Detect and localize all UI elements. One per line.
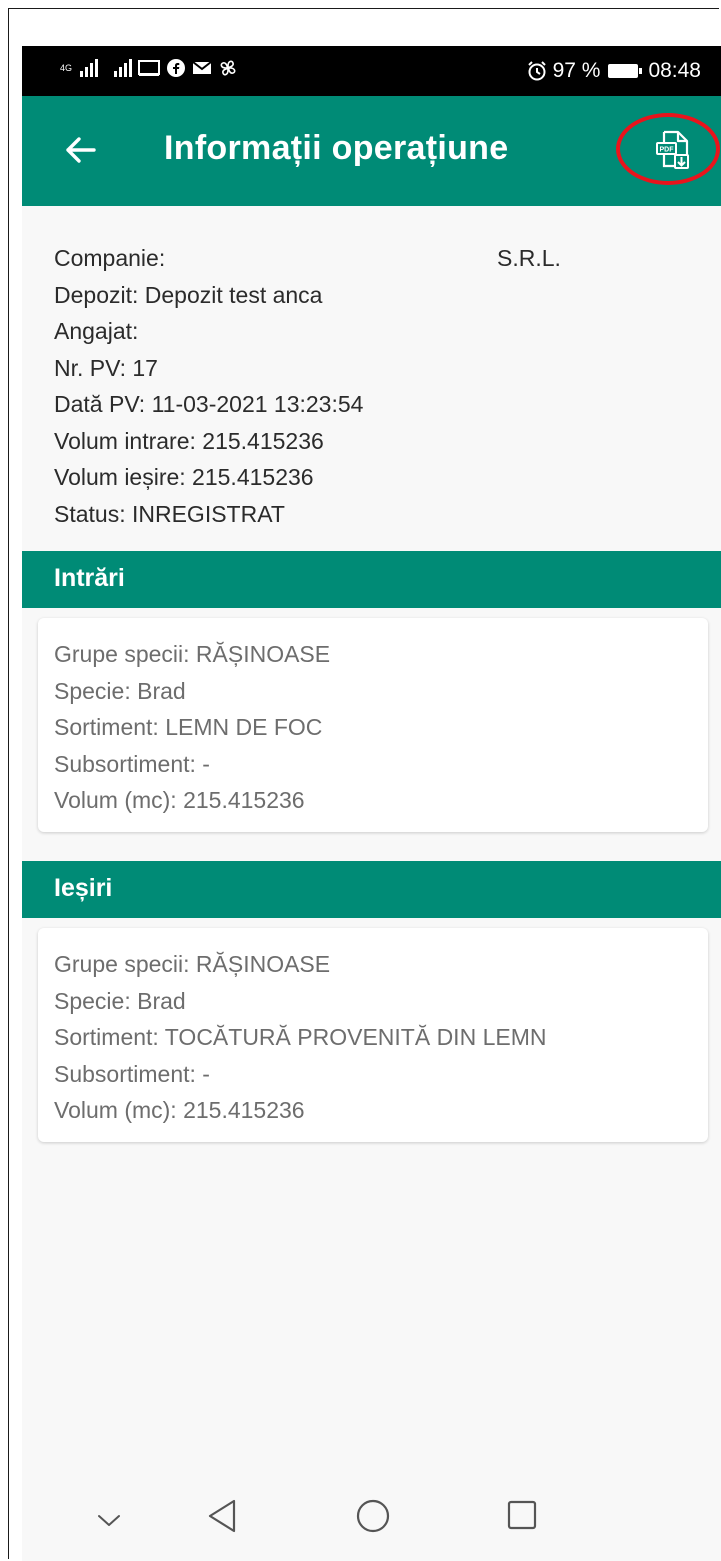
facebook-icon [167, 59, 185, 77]
volume: Volum (mc): 215.415236 [54, 1097, 305, 1123]
section-title-inputs: Intrări [54, 564, 125, 592]
section-header-outputs: Ieșiri [22, 861, 721, 918]
battery-percent: 97 % [552, 59, 601, 82]
sub-assortment: Subsortiment: - [54, 750, 210, 777]
assortment: Sortiment: LEMN DE FOC [54, 714, 323, 740]
cast-icon [138, 60, 160, 76]
volume-out-line: Volum ieșire: 215.415236 [54, 464, 314, 490]
page-title: Informații operațiune [164, 129, 509, 167]
output-card[interactable]: Grupe specii: RĂȘINOASE Specie: Brad Sor… [38, 928, 708, 1142]
back-arrow-icon[interactable] [60, 130, 100, 170]
network-type-label: 4G [60, 62, 73, 73]
pv-number-line: Nr. PV: 17 [54, 354, 158, 381]
volume-in-line: Volum intrare: 215.415236 [54, 427, 324, 454]
species: Specie: Brad [54, 987, 186, 1014]
operation-info: Companie: Depozit: Depozit test anca Ang… [54, 240, 363, 532]
chevron-down-icon[interactable] [96, 1512, 122, 1528]
phone-screen: 4G 97 % 08:48 Informații operațiune PDF [22, 46, 721, 1561]
section-header-inputs: Intrări [22, 551, 721, 608]
volume: Volum (mc): 215.415236 [54, 787, 305, 813]
depot-line: Depozit: Depozit test anca [54, 281, 323, 308]
fan-icon [220, 60, 236, 76]
status-bar-left: 4G [60, 58, 238, 78]
status-bar-right: 97 % 08:48 [527, 59, 701, 83]
sub-assortment: Subsortiment: - [54, 1060, 210, 1087]
recents-square-icon[interactable] [506, 1499, 538, 1531]
back-triangle-icon[interactable] [206, 1498, 238, 1534]
app-toolbar: Informații operațiune PDF [22, 96, 721, 206]
status-bar: 4G 97 % 08:48 [22, 46, 721, 96]
company-line: Companie: [54, 245, 166, 271]
mail-icon [192, 61, 212, 74]
system-nav-bar [22, 1486, 721, 1561]
species: Specie: Brad [54, 677, 186, 704]
input-card[interactable]: Grupe specii: RĂȘINOASE Specie: Brad Sor… [38, 618, 708, 832]
signal-icon [80, 59, 98, 77]
battery-icon [608, 64, 643, 78]
status-line: Status: INREGISTRAT [54, 500, 285, 527]
clock: 08:48 [648, 59, 701, 82]
species-group: Grupe specii: RĂȘINOASE [54, 951, 331, 977]
home-circle-icon[interactable] [355, 1498, 391, 1534]
species-group: Grupe specii: RĂȘINOASE [54, 641, 331, 667]
signal-icon-2 [114, 59, 132, 77]
company-name-suffix: S.R.L. [497, 245, 561, 271]
assortment: Sortiment: TOCĂTURĂ PROVENITĂ DIN LEMN [54, 1024, 547, 1050]
pv-date-line: Dată PV: 11-03-2021 13:23:54 [54, 391, 364, 417]
highlight-circle [616, 113, 720, 185]
alarm-icon [527, 61, 546, 81]
section-title-outputs: Ieșiri [54, 874, 113, 902]
employee-line: Angajat: [54, 318, 139, 344]
